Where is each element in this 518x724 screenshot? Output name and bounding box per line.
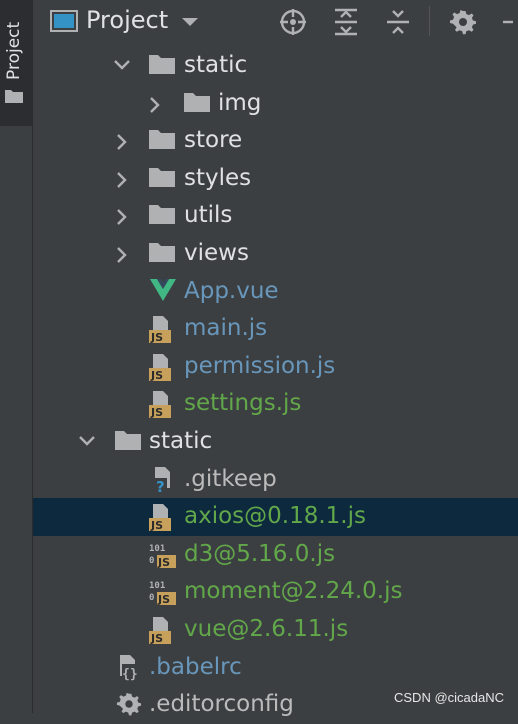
tree-row-label: .babelrc	[149, 653, 242, 680]
tree-row-static[interactable]: static	[33, 47, 518, 85]
collapse-all-icon[interactable]	[384, 8, 412, 36]
tree-row-utils[interactable]: utils	[33, 197, 518, 235]
folder-icon	[149, 167, 175, 187]
js-file-icon: JS	[149, 616, 171, 644]
tree-row-label: axios@0.18.1.js	[184, 503, 366, 530]
js-file-icon: JS	[149, 504, 171, 532]
json-config-file-icon: {}	[120, 654, 138, 682]
project-window-icon	[50, 10, 78, 32]
chevron-right-icon[interactable]	[115, 208, 129, 226]
tree-row-styles[interactable]: styles	[33, 160, 518, 198]
tree-row-img[interactable]: img	[33, 85, 518, 123]
svg-text:JS: JS	[150, 519, 163, 531]
project-tool-tab-label: Project	[4, 21, 24, 80]
tree-row-settings-js[interactable]: JS settings.js	[33, 385, 518, 423]
tree-row-label: store	[184, 127, 243, 154]
svg-text:JS: JS	[150, 632, 163, 644]
chevron-right-icon[interactable]	[148, 96, 162, 114]
tree-row-moment-js[interactable]: 101 0 JS moment@2.24.0.js	[33, 573, 518, 611]
tree-row-vue-js[interactable]: JS vue@2.6.11.js	[33, 611, 518, 649]
tree-row-store[interactable]: store	[33, 122, 518, 160]
vue-file-icon	[150, 278, 176, 301]
tree-row-label: settings.js	[184, 390, 302, 417]
svg-text:0: 0	[149, 593, 154, 603]
folder-icon	[5, 90, 23, 103]
tool-window-strip: Project	[0, 0, 33, 713]
tree-row-label: .gitkeep	[184, 465, 277, 492]
expand-all-icon[interactable]	[332, 8, 360, 36]
minified-js-file-icon: 101 0 JS	[149, 581, 176, 606]
svg-text:0: 0	[149, 556, 154, 566]
tree-row-app-vue[interactable]: App.vue	[33, 273, 518, 311]
folder-icon	[115, 430, 141, 450]
tree-row-d3-js[interactable]: 101 0 JS d3@5.16.0.js	[33, 536, 518, 574]
folder-icon	[149, 205, 175, 225]
tree-row-label: views	[184, 239, 249, 266]
tree-row-label: static	[184, 52, 248, 78]
tree-row-label: permission.js	[184, 352, 336, 379]
project-view-selector[interactable]: Project	[86, 6, 168, 34]
tree-row-label: styles	[184, 164, 252, 191]
svg-text:JS: JS	[157, 593, 170, 606]
gear-icon[interactable]	[449, 8, 477, 36]
svg-text:JS: JS	[150, 331, 163, 343]
gear-file-icon	[116, 692, 142, 716]
chevron-right-icon[interactable]	[115, 171, 129, 189]
folder-icon	[149, 55, 175, 74]
tree-row-label: utils	[184, 202, 233, 229]
tree-row-label: img	[218, 89, 262, 116]
minified-js-file-icon: 101 0 JS	[149, 544, 176, 569]
tree-row-static-root[interactable]: static	[33, 423, 518, 461]
project-header: Project	[33, 0, 518, 44]
js-file-icon: JS	[149, 353, 171, 381]
project-tool-tab[interactable]: Project	[0, 0, 32, 126]
svg-text:JS: JS	[157, 556, 170, 569]
js-file-icon: JS	[149, 391, 171, 419]
tree-row-views[interactable]: views	[33, 235, 518, 273]
tree-row-axios-js[interactable]: JS axios@0.18.1.js	[33, 498, 518, 536]
tree-row-label: vue@2.6.11.js	[184, 615, 349, 642]
unknown-file-icon: ?	[155, 466, 170, 494]
watermark: CSDN @cicadaNC	[394, 690, 504, 705]
tree-row-permission-js[interactable]: JS permission.js	[33, 348, 518, 386]
svg-text:JS: JS	[150, 369, 163, 381]
chevron-down-icon[interactable]	[113, 58, 131, 72]
tree-row-label: .editorconfig	[149, 691, 294, 718]
tree-row-gitkeep[interactable]: ? .gitkeep	[33, 461, 518, 499]
toolbar-divider	[429, 6, 430, 36]
locate-file-icon[interactable]	[279, 8, 307, 36]
svg-text:JS: JS	[150, 406, 163, 418]
chevron-down-icon[interactable]	[78, 434, 96, 448]
tree-row-label: static	[149, 427, 213, 454]
chevron-right-icon[interactable]	[115, 133, 129, 151]
minimize-button[interactable]	[503, 10, 515, 34]
folder-icon	[149, 242, 175, 262]
tree-row-label: App.vue	[184, 277, 279, 304]
js-file-icon: JS	[149, 316, 171, 344]
chevron-right-icon[interactable]	[115, 246, 129, 264]
tree-row-label: d3@5.16.0.js	[184, 540, 336, 567]
folder-icon	[184, 92, 210, 112]
minimize-icon	[503, 20, 513, 24]
tree-row-main-js[interactable]: JS main.js	[33, 310, 518, 348]
folder-icon	[149, 130, 175, 150]
tree-row-babelrc[interactable]: {} .babelrc	[33, 649, 518, 687]
svg-text:?: ?	[156, 478, 165, 494]
svg-text:{}: {}	[122, 667, 138, 682]
chevron-down-icon[interactable]	[181, 17, 199, 27]
svg-text:101: 101	[149, 544, 165, 554]
tree-row-label: moment@2.24.0.js	[184, 578, 403, 605]
tree-row-label: main.js	[184, 315, 268, 342]
svg-text:101: 101	[149, 581, 165, 591]
project-tree: static img store styles utils views App.…	[33, 47, 518, 724]
